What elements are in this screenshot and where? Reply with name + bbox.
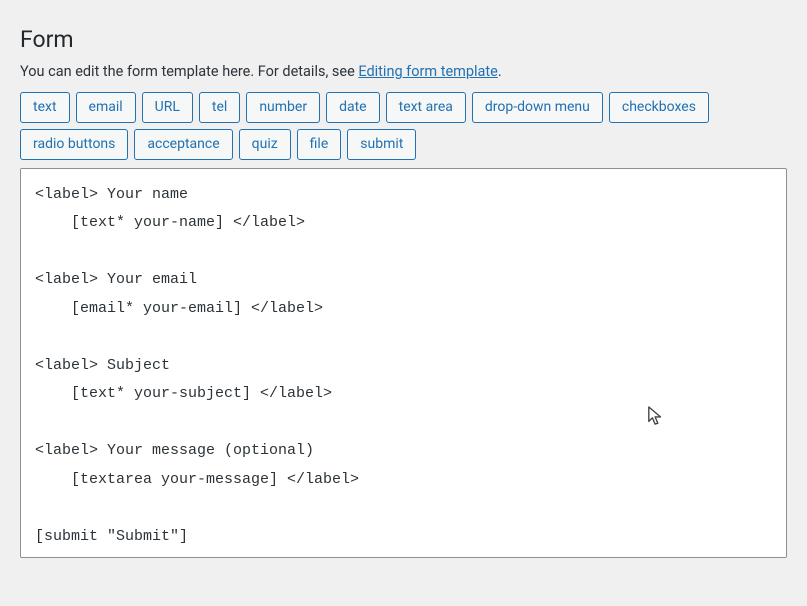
editing-form-template-link[interactable]: Editing form template (358, 63, 498, 80)
description-text-post: . (498, 63, 502, 80)
tag-button-url[interactable]: URL (142, 92, 193, 123)
panel-description: You can edit the form template here. For… (20, 63, 787, 80)
tag-button-date[interactable]: date (326, 92, 380, 123)
editor-wrap (20, 168, 787, 562)
tag-button-number[interactable]: number (246, 92, 320, 123)
panel-heading: Form (20, 26, 787, 53)
tag-generator-row: text email URL tel number date text area… (20, 92, 787, 160)
tag-button-radio-buttons[interactable]: radio buttons (20, 129, 128, 160)
tag-button-text[interactable]: text (20, 92, 70, 123)
tag-button-file[interactable]: file (297, 129, 342, 160)
description-text-pre: You can edit the form template here. For… (20, 63, 358, 80)
tag-button-quiz[interactable]: quiz (239, 129, 291, 160)
tag-button-submit[interactable]: submit (347, 129, 416, 160)
tag-button-email[interactable]: email (76, 92, 136, 123)
tag-button-acceptance[interactable]: acceptance (134, 129, 232, 160)
form-template-editor[interactable] (20, 168, 787, 558)
tag-button-checkboxes[interactable]: checkboxes (609, 92, 709, 123)
tag-button-tel[interactable]: tel (199, 92, 240, 123)
tag-button-text-area[interactable]: text area (386, 92, 466, 123)
form-panel: Form You can edit the form template here… (0, 0, 807, 562)
tag-button-drop-down-menu[interactable]: drop-down menu (472, 92, 603, 123)
